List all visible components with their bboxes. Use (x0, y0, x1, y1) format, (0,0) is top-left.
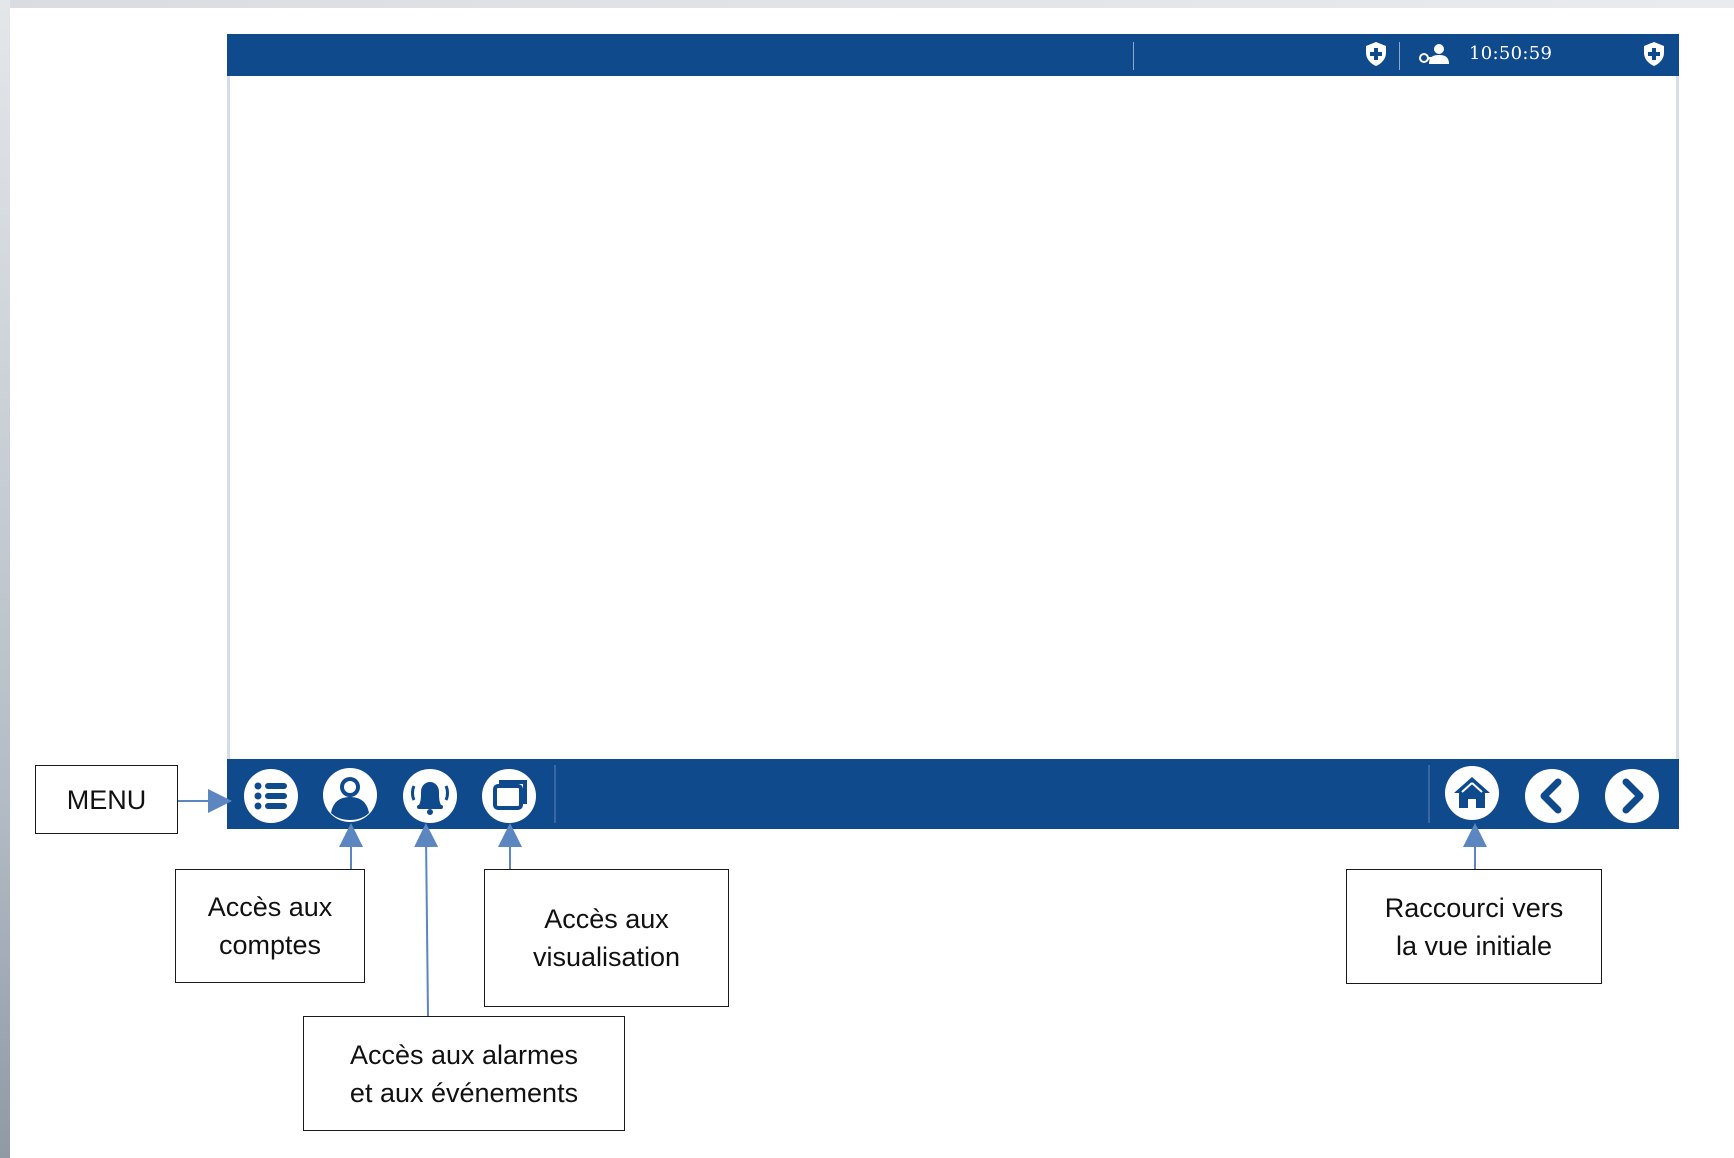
page-frame-top (0, 0, 1734, 8)
chevron-left-icon[interactable] (1524, 768, 1580, 824)
shield-plus-icon[interactable] (1362, 40, 1390, 68)
windows-icon[interactable] (481, 768, 537, 824)
menu-label: MENU (66, 784, 147, 815)
home-icon[interactable] (1444, 765, 1504, 825)
status-bar: 10:50:59 (227, 34, 1679, 76)
clock: 10:50:59 (1469, 43, 1553, 64)
shield-plus-icon[interactable] (1640, 40, 1668, 68)
status-separator (1133, 42, 1134, 70)
accounts-callout: Accès aux comptes (175, 869, 365, 983)
chevron-right-icon[interactable] (1604, 768, 1660, 824)
hmi-screen (227, 34, 1679, 829)
accounts-label-line1: Accès aux (207, 892, 333, 922)
user-account-icon[interactable] (322, 767, 380, 825)
home-label-line1: Raccourci vers (1384, 892, 1564, 923)
menu-callout: MENU (35, 765, 178, 834)
accounts-label-line2: comptes (218, 930, 322, 960)
views-label-line1: Accès aux (544, 904, 669, 934)
views-callout: Accès aux visualisation (484, 869, 729, 1007)
user-key-icon[interactable] (1417, 40, 1451, 68)
menu-list-icon[interactable] (243, 768, 299, 824)
alarms-label-line2: et aux événements (349, 1077, 579, 1108)
alarms-label-line1: Accès aux alarmes (349, 1039, 579, 1070)
views-label-line2: visualisation (532, 942, 681, 972)
navigation-bar (227, 759, 1679, 829)
page-frame-left (0, 0, 10, 1158)
status-separator (1399, 42, 1400, 70)
home-callout: Raccourci vers la vue initiale (1346, 869, 1602, 984)
home-label-line2: la vue initiale (1395, 930, 1553, 961)
alarms-callout: Accès aux alarmes et aux événements (303, 1016, 625, 1131)
nav-separator (554, 765, 556, 823)
nav-separator (1428, 765, 1430, 823)
alarm-bell-icon[interactable] (402, 768, 458, 824)
alarms-arrow (414, 823, 439, 1017)
